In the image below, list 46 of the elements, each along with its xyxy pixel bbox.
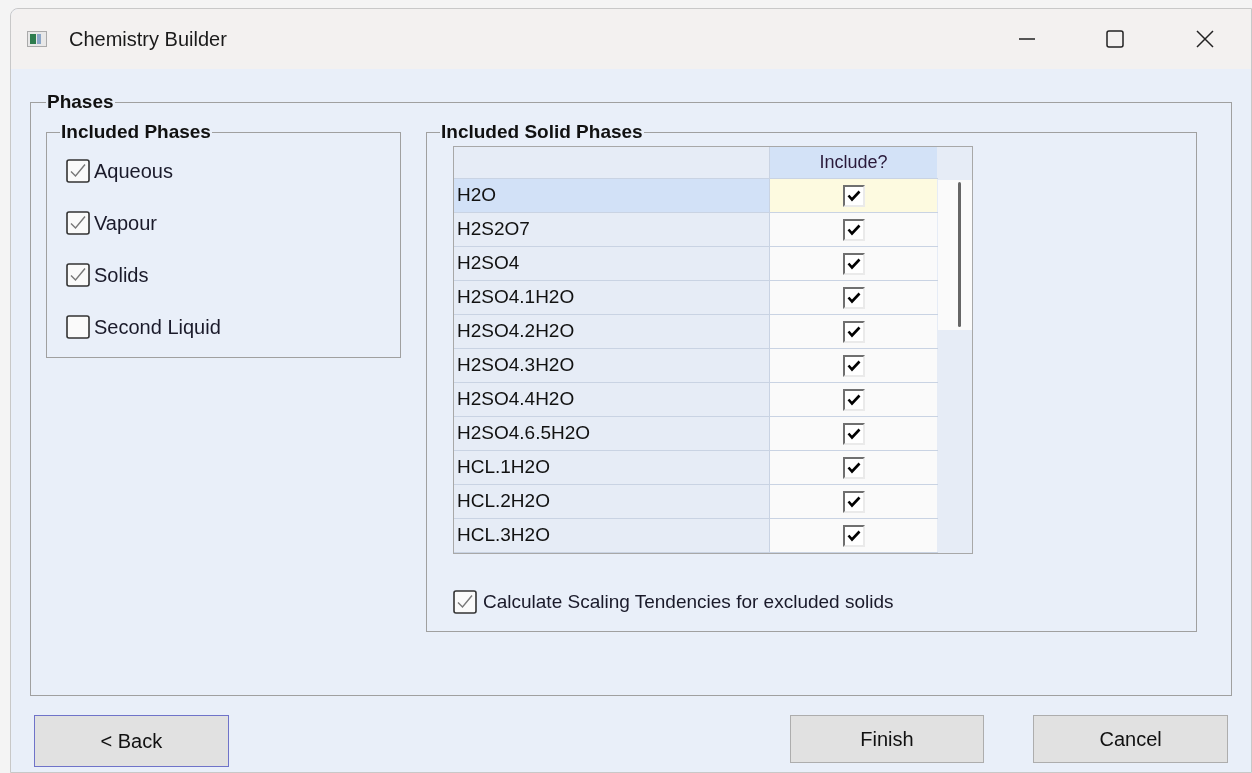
checkbox-label: Vapour	[94, 211, 157, 236]
minimize-icon	[1019, 38, 1035, 40]
check-icon	[846, 257, 861, 270]
close-icon	[1195, 29, 1215, 49]
dialog-button[interactable]: < Back	[34, 715, 229, 767]
checkbox[interactable]	[66, 211, 90, 235]
checkbox[interactable]	[842, 422, 865, 445]
checkbox[interactable]	[66, 315, 90, 339]
group-title: Phases	[46, 90, 115, 114]
dialog-button[interactable]: Cancel	[1033, 715, 1228, 763]
group-title: Included Solid Phases	[440, 120, 644, 144]
checkbox[interactable]	[842, 184, 865, 207]
checkbox-label: Second Liquid	[94, 315, 221, 340]
check-icon	[846, 325, 861, 338]
app-icon	[27, 31, 47, 47]
checkbox[interactable]	[842, 388, 865, 411]
checkbox-label: Calculate Scaling Tendencies for excluded solids	[483, 590, 894, 614]
check-icon	[846, 461, 861, 474]
checkbox-label: Aqueous	[94, 159, 173, 184]
checkbox[interactable]	[453, 590, 477, 615]
window-title: Chemistry Builder	[69, 27, 227, 52]
checkbox[interactable]	[842, 320, 865, 343]
checkbox[interactable]	[66, 263, 90, 287]
table-cell[interactable]: H2O	[454, 179, 770, 212]
group-title: Included Phases	[60, 120, 212, 144]
check-icon	[846, 359, 861, 372]
check-icon	[846, 529, 861, 542]
check-icon	[846, 427, 861, 440]
checkbox[interactable]	[842, 252, 865, 275]
checkbox[interactable]	[842, 286, 865, 309]
checkbox[interactable]	[66, 159, 90, 183]
check-icon	[846, 495, 861, 508]
checkbox-label: Solids	[94, 263, 149, 288]
checkbox[interactable]	[842, 490, 865, 513]
dialog-button[interactable]: Finish	[789, 715, 985, 763]
maximize-icon	[1105, 29, 1125, 49]
check-icon	[846, 393, 861, 406]
column-header: Include?	[770, 147, 937, 178]
check-icon	[846, 223, 861, 236]
checkbox[interactable]	[842, 456, 865, 479]
checkbox[interactable]	[842, 218, 865, 241]
scroll-thumb[interactable]	[957, 182, 961, 327]
check-icon	[846, 291, 861, 304]
check-icon	[846, 189, 861, 202]
checkbox[interactable]	[842, 524, 865, 547]
checkbox[interactable]	[842, 354, 865, 377]
